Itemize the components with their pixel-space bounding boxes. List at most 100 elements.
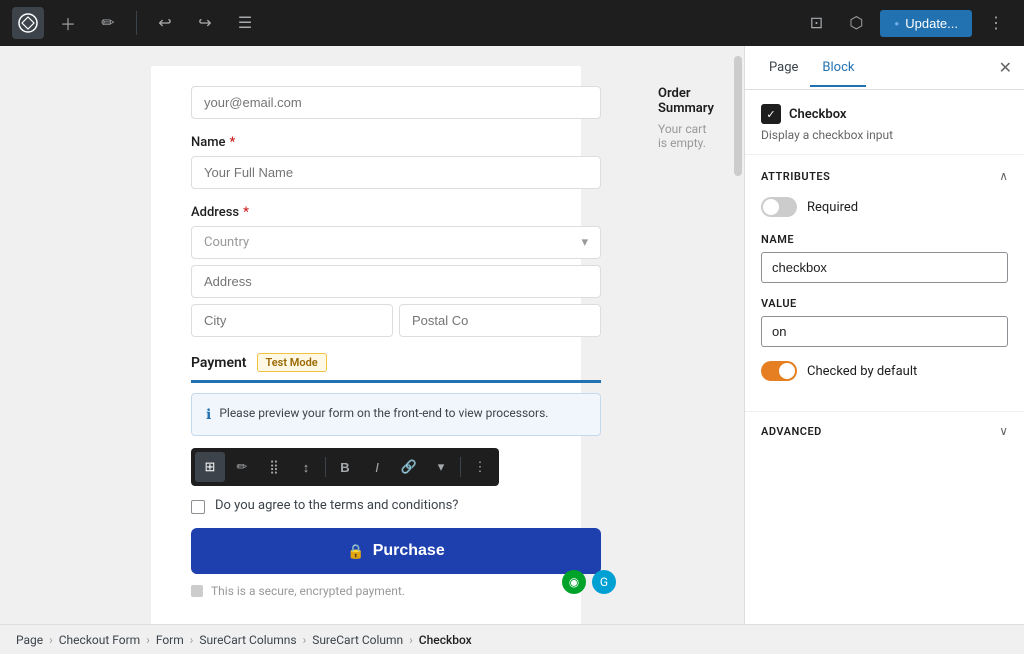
redo-button[interactable]: ↪	[189, 7, 221, 39]
advanced-chevron-icon: ∨	[999, 424, 1008, 438]
separator	[136, 11, 137, 35]
payment-title: Payment	[191, 355, 247, 371]
scroll-thumb[interactable]	[734, 56, 742, 176]
required-toggle[interactable]	[761, 197, 797, 217]
breadcrumb-sep-1: ›	[49, 633, 53, 647]
order-summary: Order Summary Your cart is empty.	[641, 66, 730, 598]
country-placeholder: Country	[204, 235, 249, 250]
breadcrumb-sep-2: ›	[146, 633, 150, 647]
block-type-icon: ✓	[761, 104, 781, 124]
address-required-star: *	[243, 205, 249, 220]
advanced-section: Advanced ∨	[745, 411, 1024, 450]
name-label: Name *	[191, 135, 601, 150]
panel-close-button[interactable]: ✕	[999, 58, 1012, 78]
test-mode-badge: Test Mode	[257, 353, 327, 372]
purchase-button[interactable]: 🔒 Purchase	[191, 528, 601, 574]
checked-toggle-row: Checked by default	[761, 361, 1008, 381]
ft-italic-btn[interactable]: I	[362, 452, 392, 482]
info-icon: ℹ	[206, 407, 211, 423]
email-input[interactable]	[191, 86, 601, 119]
name-field-input[interactable]	[761, 252, 1008, 283]
advanced-title: Advanced	[761, 425, 822, 438]
ft-divider	[325, 457, 326, 477]
right-panel: Page Block ✕ ✓ Checkbox Display a checkb…	[744, 46, 1024, 624]
purchase-label: Purchase	[373, 542, 445, 560]
checked-label: Checked by default	[807, 364, 917, 379]
ft-move-btn[interactable]: ↕	[291, 452, 321, 482]
block-description: Display a checkbox input	[761, 128, 1008, 142]
block-header: ✓ Checkbox Display a checkbox input	[745, 90, 1024, 155]
edit-button[interactable]: ✏	[92, 7, 124, 39]
checkbox-input[interactable]	[191, 500, 205, 514]
update-button[interactable]: Update...	[880, 10, 972, 37]
undo-button[interactable]: ↩	[149, 7, 181, 39]
main-area: Name * Address *	[0, 46, 1024, 624]
ft-edit-btn[interactable]: ✏	[227, 452, 257, 482]
breadcrumb-checkout-form[interactable]: Checkout Form	[59, 633, 140, 647]
breadcrumb-sep-3: ›	[190, 633, 194, 647]
name-input[interactable]	[191, 156, 601, 189]
advanced-header[interactable]: Advanced ∨	[761, 424, 1008, 438]
attributes-chevron-icon: ∧	[999, 169, 1008, 183]
scroll-track[interactable]	[732, 46, 744, 624]
ft-more-btn[interactable]: ▾	[426, 452, 456, 482]
list-view-button[interactable]: ☰	[229, 7, 261, 39]
editor-canvas: Name * Address *	[151, 66, 581, 624]
secure-lock-icon	[191, 585, 203, 597]
tab-page[interactable]: Page	[757, 50, 810, 87]
ft-block-btn[interactable]: ⊞	[195, 452, 225, 482]
name-field-group: NAME	[761, 233, 1008, 283]
ft-options-btn[interactable]: ⋮	[465, 452, 495, 482]
payment-info-box: ℹ Please preview your form on the front-…	[191, 393, 601, 436]
breadcrumb-sep-4: ›	[303, 633, 307, 647]
attributes-title: Attributes	[761, 170, 830, 183]
ft-divider-2	[460, 457, 461, 477]
payment-info-text: Please preview your form on the front-en…	[219, 406, 548, 420]
top-toolbar: ＋ ✏ ↩ ↪ ☰ ⊡ ⬡ Update... ⋮	[0, 0, 1024, 46]
name-field-label: NAME	[761, 233, 1008, 246]
editor-area: Name * Address *	[0, 46, 732, 624]
required-toggle-row: Required	[761, 197, 1008, 217]
settings-button[interactable]: ⋮	[980, 7, 1012, 39]
value-field-label: VALUE	[761, 297, 1008, 310]
order-summary-empty: Your cart is empty.	[658, 122, 714, 150]
order-summary-title: Order Summary	[658, 86, 714, 116]
payment-header: Payment Test Mode	[191, 353, 601, 383]
teal-icon[interactable]: G	[592, 570, 616, 594]
checkbox-row: Do you agree to the terms and conditions…	[151, 498, 641, 514]
update-label: Update...	[905, 16, 958, 31]
external-link-button[interactable]: ⬡	[840, 7, 872, 39]
lock-icon: 🔒	[347, 543, 364, 560]
breadcrumb-surecart-columns[interactable]: SureCart Columns	[199, 633, 296, 647]
block-title: Checkbox	[789, 107, 847, 122]
add-block-button[interactable]: ＋	[52, 7, 84, 39]
floating-toolbar: ⊞ ✏ ⣿ ↕ B I 🔗 ▾ ⋮	[191, 448, 499, 486]
address-input[interactable]	[191, 265, 601, 298]
value-field-group: VALUE	[761, 297, 1008, 347]
country-chevron-icon: ▾	[581, 235, 588, 250]
ft-drag-btn[interactable]: ⣿	[259, 452, 289, 482]
value-field-input[interactable]	[761, 316, 1008, 347]
attributes-section: Attributes ∧ Required NAME VALUE Che	[745, 155, 1024, 411]
breadcrumb-page[interactable]: Page	[16, 633, 43, 647]
city-input[interactable]	[191, 304, 393, 337]
breadcrumb: Page › Checkout Form › Form › SureCart C…	[0, 624, 1024, 654]
required-star: *	[230, 135, 236, 150]
wp-logo[interactable]	[12, 7, 44, 39]
breadcrumb-sep-5: ›	[409, 633, 413, 647]
green-icon[interactable]: ◉	[562, 570, 586, 594]
panel-tabs: Page Block ✕	[745, 46, 1024, 90]
ft-link-btn[interactable]: 🔗	[394, 452, 424, 482]
breadcrumb-form[interactable]: Form	[156, 633, 184, 647]
breadcrumb-current: Checkbox	[419, 633, 472, 647]
country-select[interactable]: Country ▾	[191, 226, 601, 259]
address-label: Address *	[191, 205, 601, 220]
ft-bold-btn[interactable]: B	[330, 452, 360, 482]
breadcrumb-surecart-column[interactable]: SureCart Column	[312, 633, 403, 647]
preview-button[interactable]: ⊡	[800, 7, 832, 39]
checkbox-label: Do you agree to the terms and conditions…	[215, 498, 458, 513]
postal-input[interactable]	[399, 304, 601, 337]
checked-toggle[interactable]	[761, 361, 797, 381]
tab-block[interactable]: Block	[810, 50, 866, 87]
required-label: Required	[807, 200, 858, 215]
